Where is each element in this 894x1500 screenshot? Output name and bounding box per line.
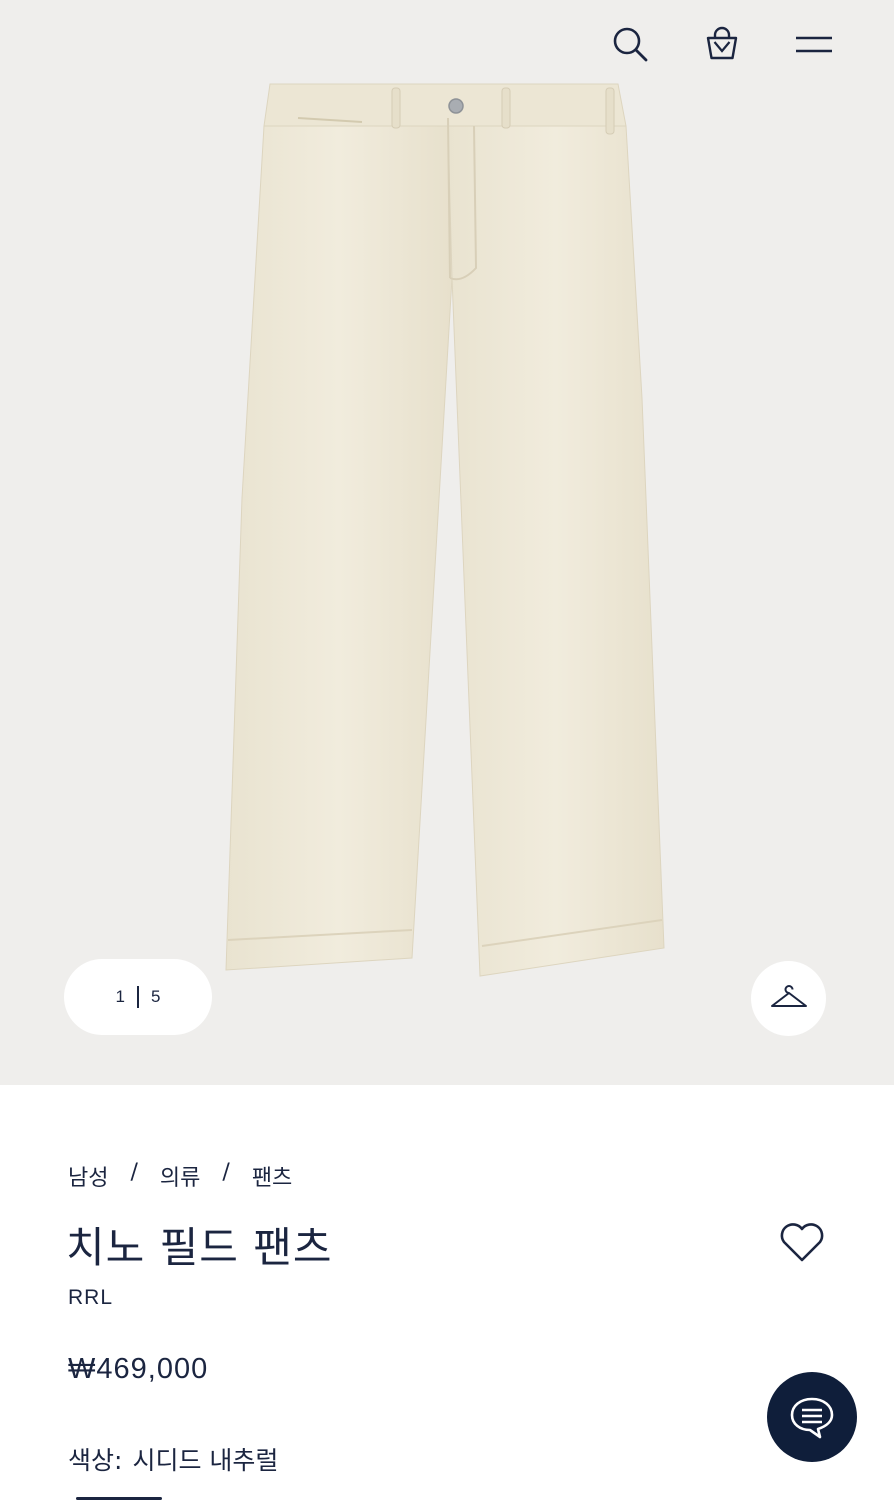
image-pager: 1 5 xyxy=(64,959,212,1035)
size-guide-button[interactable] xyxy=(751,961,826,1036)
breadcrumb-pants[interactable]: 팬츠 xyxy=(252,1160,292,1192)
breadcrumb-men[interactable]: 남성 xyxy=(68,1160,108,1192)
pager-total: 5 xyxy=(151,987,161,1006)
hamburger-menu-icon xyxy=(796,36,832,53)
product-image-gallery[interactable]: 1 5 xyxy=(0,0,894,1085)
product-title: 치노 필드 팬츠 xyxy=(66,1223,333,1272)
color-value: 시디드 내추럴 xyxy=(132,1446,279,1475)
product-price: ₩469,000 xyxy=(68,1353,209,1385)
breadcrumb-clothing[interactable]: 의류 xyxy=(160,1160,200,1192)
wishlist-button[interactable] xyxy=(776,1216,828,1268)
product-photo-chino-pants xyxy=(225,83,665,977)
color-selection: 색상: 시디드 내추럴 xyxy=(68,1441,278,1477)
top-navigation xyxy=(0,0,894,90)
chat-button[interactable] xyxy=(767,1372,857,1462)
pager-current: 1 xyxy=(115,987,125,1006)
menu-button[interactable] xyxy=(792,22,836,66)
pager-divider xyxy=(137,986,139,1008)
breadcrumb-separator: / xyxy=(130,1160,138,1185)
shopping-bag-button[interactable] xyxy=(700,22,744,66)
product-brand: RRL xyxy=(68,1286,114,1309)
color-label: 색상: xyxy=(68,1446,123,1475)
heart-icon xyxy=(780,1223,824,1262)
hanger-icon xyxy=(770,984,807,1007)
search-button[interactable] xyxy=(608,22,652,66)
chat-icon xyxy=(790,1397,834,1439)
breadcrumb-separator: / xyxy=(222,1160,230,1185)
breadcrumb: 남성 / 의류 / 팬츠 xyxy=(68,1160,292,1192)
search-icon xyxy=(613,27,648,62)
shopping-bag-icon xyxy=(706,26,738,60)
